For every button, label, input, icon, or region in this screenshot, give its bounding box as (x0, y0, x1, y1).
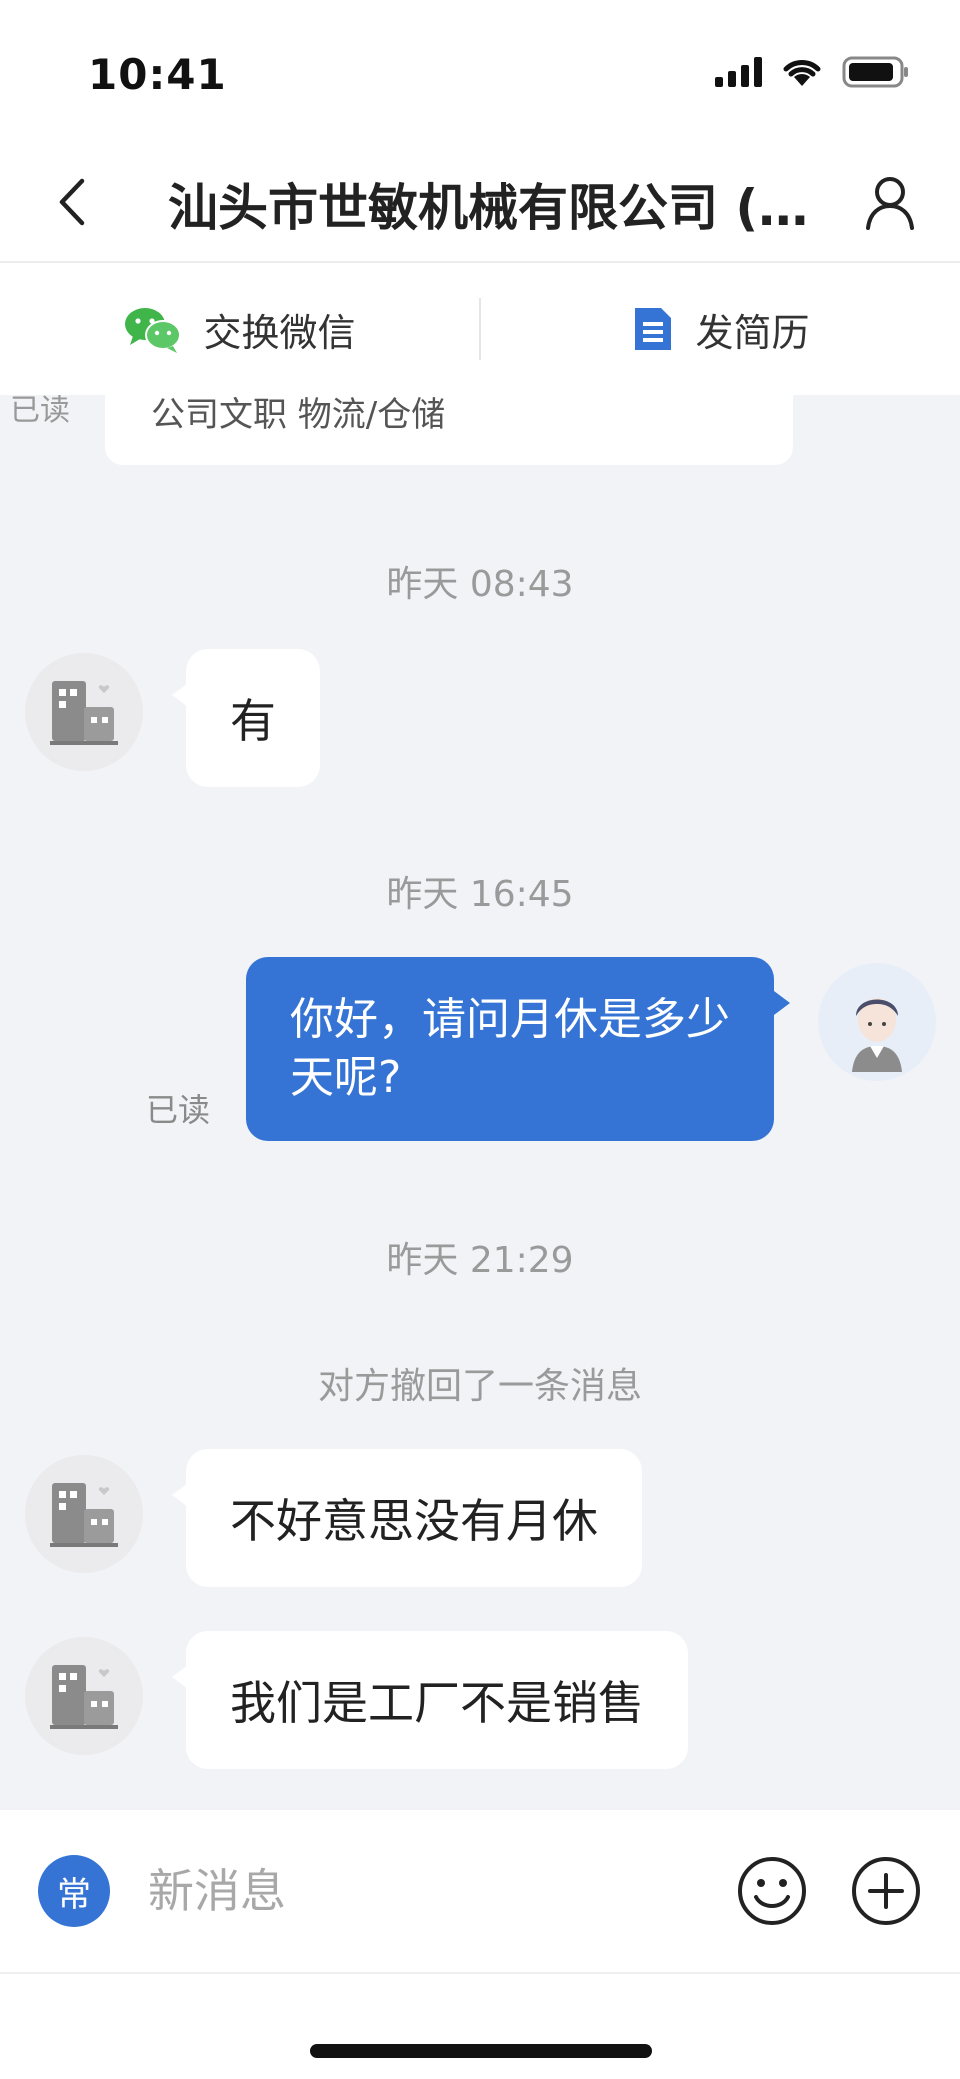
action-bar: 交换微信 发简历 (0, 263, 960, 395)
wechat-icon (125, 308, 182, 353)
document-icon (635, 308, 672, 350)
cellular-signal-icon (715, 57, 762, 87)
quick-reply-button[interactable]: 常 (38, 1855, 110, 1927)
job-card-text: 公司文职 物流/仓储 (151, 395, 446, 435)
building-icon (50, 1483, 118, 1547)
message-bubble-sent[interactable]: 你好，请问月休是多少天呢? (246, 957, 790, 1141)
more-button[interactable] (848, 1853, 924, 1929)
person-icon (866, 177, 914, 230)
message-bubble[interactable]: 有 (172, 649, 320, 787)
read-receipt: 已读 (146, 1091, 211, 1129)
read-receipt: 已读 (10, 395, 70, 428)
building-icon (50, 1665, 118, 1729)
recall-notice: 对方撤回了一条消息 (317, 1366, 642, 1407)
exchange-wechat-label: 交换微信 (203, 310, 356, 355)
emoji-button[interactable] (734, 1853, 810, 1929)
profile-button[interactable] (852, 164, 928, 240)
page-title: 汕头市世敏机械有限公司 (… (168, 179, 809, 237)
timestamp: 昨天 21:29 (386, 1240, 574, 1281)
user-avatar-icon (852, 998, 902, 1072)
smiley-icon (738, 1857, 806, 1925)
job-card[interactable]: 公司文职 物流/仓储 (105, 395, 793, 465)
message-bubble[interactable]: 我们是工厂不是销售 (172, 1631, 688, 1769)
home-indicator[interactable] (310, 2044, 652, 2058)
send-resume-button[interactable]: 发简历 (481, 263, 960, 395)
message-bubble[interactable]: 不好意思没有月休 (172, 1449, 642, 1587)
user-avatar[interactable] (818, 963, 936, 1081)
timestamp: 昨天 08:43 (386, 564, 574, 605)
wifi-icon (783, 60, 821, 86)
back-button[interactable] (36, 166, 108, 238)
chevron-left-icon (59, 178, 85, 226)
exchange-wechat-button[interactable]: 交换微信 (0, 263, 479, 395)
status-icons (715, 56, 910, 88)
status-time: 10:41 (88, 50, 227, 99)
battery-icon (842, 56, 908, 88)
nav-bar: 汕头市世敏机械有限公司 (… (0, 140, 960, 263)
home-area (0, 1972, 960, 2079)
company-avatar[interactable] (25, 1637, 143, 1755)
send-resume-label: 发简历 (695, 310, 810, 355)
message-input[interactable] (148, 1850, 688, 1932)
building-icon (50, 681, 118, 745)
plus-circle-icon (852, 1857, 920, 1925)
timestamp: 昨天 16:45 (386, 874, 574, 915)
company-avatar[interactable] (25, 1455, 143, 1573)
chat-area[interactable]: 已读 公司文职 物流/仓储 昨天 08:43 有 昨天 16:45 你好，请问月… (0, 395, 960, 1810)
company-avatar[interactable] (25, 653, 143, 771)
status-bar: 10:41 (0, 0, 960, 140)
input-bar: 常 (0, 1810, 960, 1972)
